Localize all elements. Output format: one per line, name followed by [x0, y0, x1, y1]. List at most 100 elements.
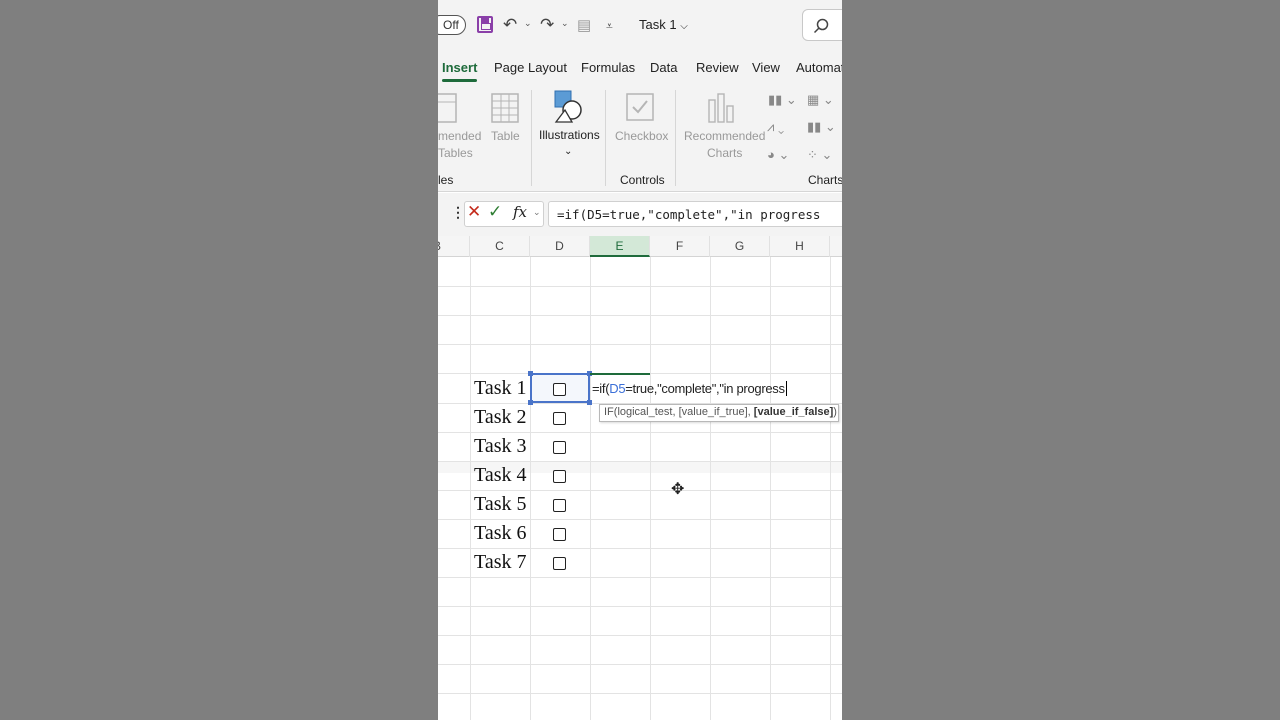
task-label: Task 1 [474, 377, 527, 399]
recommended-charts-label[interactable]: Recommended Charts [684, 128, 765, 162]
group-label-charts: Charts [808, 173, 842, 187]
grid-line [438, 286, 842, 287]
recommended-pivot-line-2: Tables [438, 146, 473, 160]
column-chart-icon[interactable]: ▮▮ ⌄ [768, 92, 797, 108]
hierarchy-chart-icon[interactable]: ▦ ⌄ [807, 92, 834, 108]
selection-handle[interactable] [528, 371, 533, 376]
function-tooltip[interactable]: IF(logical_test, [value_if_true], [value… [599, 404, 839, 422]
grid-line [770, 257, 771, 720]
enter-icon[interactable]: ✓ [488, 202, 502, 222]
illustrations-icon[interactable] [552, 88, 584, 124]
task-checkbox[interactable] [553, 499, 566, 512]
task-checkbox[interactable] [553, 528, 566, 541]
tab-automate[interactable]: Automat [796, 60, 842, 75]
expand-formula-icon[interactable]: ⌄ [533, 207, 541, 218]
table-label[interactable]: Table [491, 128, 520, 145]
more-options-icon[interactable]: ⋮ [451, 204, 465, 221]
document-title[interactable]: Task 1 ⌵ [639, 17, 688, 32]
group-divider [675, 90, 676, 186]
save-icon[interactable] [477, 16, 493, 33]
statistic-chart-icon[interactable]: ▮▮ ⌄ [807, 119, 836, 135]
undo-dropdown-icon[interactable]: ⌄ [524, 18, 532, 29]
recommended-pivot-label[interactable]: mended Tables [438, 128, 481, 162]
task-label: Task 4 [474, 464, 527, 486]
title-bar: Off ↶ ⌄ ↷ ⌄ ▤ ⩡ Task 1 ⌵ [438, 0, 842, 52]
column-header-h[interactable]: H [770, 236, 830, 257]
redo-icon[interactable]: ↷ [540, 14, 554, 36]
grid-line [710, 257, 711, 720]
recommended-charts-icon[interactable] [706, 92, 736, 124]
task-checkbox[interactable] [553, 383, 566, 396]
tab-data[interactable]: Data [650, 60, 677, 75]
formula-suffix: =true,"complete","in progress [625, 381, 785, 396]
pivot-table-icon[interactable] [438, 92, 458, 124]
cancel-icon[interactable]: ✕ [467, 202, 481, 222]
checkbox-control-icon[interactable] [625, 92, 655, 122]
recommended-pivot-line-1: mended [438, 129, 482, 143]
tab-formulas[interactable]: Formulas [581, 60, 635, 75]
document-title-text: Task 1 [639, 17, 677, 32]
group-label-controls: Controls [620, 173, 665, 187]
tab-page-layout[interactable]: Page Layout [494, 60, 567, 75]
group-divider [605, 90, 606, 186]
search-box[interactable] [802, 9, 842, 41]
grid-line [438, 664, 842, 665]
formula-prefix: =if( [592, 381, 610, 396]
recommended-charts-line-1: Recommended [684, 129, 766, 143]
tab-review[interactable]: Review [696, 60, 739, 75]
grid-line [438, 344, 842, 345]
cell-cursor-icon: ✥ [671, 481, 685, 498]
column-header-d[interactable]: D [530, 236, 590, 257]
task-label: Task 6 [474, 522, 527, 544]
search-icon [813, 18, 829, 34]
line-chart-icon[interactable]: ⩘ ⌄ [767, 119, 784, 135]
undo-icon[interactable]: ↶ [503, 14, 517, 36]
grid-line [438, 693, 842, 694]
checkbox-label[interactable]: Checkbox [615, 128, 668, 145]
selection-handle[interactable] [528, 400, 533, 405]
grid-line [470, 257, 471, 720]
tooltip-current-arg: [value_if_false] [753, 406, 834, 418]
redo-dropdown-icon[interactable]: ⌄ [561, 18, 569, 29]
illustrations-dropdown-icon[interactable]: ⌄ [564, 143, 572, 160]
text-cursor [785, 381, 787, 396]
cell-formula-text[interactable]: =if(D5=true,"complete","in progress [592, 381, 787, 396]
tab-view[interactable]: View [752, 60, 780, 75]
formula-bar: ⋮ ✕ ✓ fx ⌄ =if(D5=true,"complete","in pr… [438, 193, 842, 236]
grid-line [438, 577, 842, 578]
column-headers: B C D E F G H [438, 236, 842, 257]
column-header-c[interactable]: C [470, 236, 530, 257]
grid-line [438, 315, 842, 316]
column-header-g[interactable]: G [710, 236, 770, 257]
worksheet-grid[interactable]: Task 1 Task 2 Task 3 Task 4 Task 5 Task … [438, 257, 842, 720]
excel-window: Off ↶ ⌄ ↷ ⌄ ▤ ⩡ Task 1 ⌵ Insert Page Lay… [438, 0, 842, 720]
chevron-down-icon: ⌵ [680, 21, 688, 32]
task-checkbox[interactable] [553, 557, 566, 570]
grid-line [590, 257, 591, 720]
scatter-chart-icon[interactable]: ⁘ ⌄ [807, 147, 832, 163]
grid-line [530, 257, 531, 720]
formula-input[interactable]: =if(D5=true,"complete","in progress [548, 201, 842, 227]
task-label: Task 7 [474, 551, 527, 573]
table-icon[interactable] [490, 92, 520, 124]
tooltip-args: IF(logical_test, [value_if_true], [604, 406, 754, 418]
recommended-charts-line-2: Charts [707, 146, 743, 160]
autosave-label: Off [443, 18, 459, 32]
task-checkbox[interactable] [553, 441, 566, 454]
column-header-e[interactable]: E [590, 236, 650, 257]
task-checkbox[interactable] [553, 412, 566, 425]
column-header-f[interactable]: F [650, 236, 710, 257]
task-checkbox[interactable] [553, 470, 566, 483]
task-label: Task 2 [474, 406, 527, 428]
column-header-b[interactable]: B [438, 236, 470, 257]
group-label-tables: les [438, 173, 454, 187]
tab-insert[interactable]: Insert [442, 60, 478, 82]
ribbon-tabs: Insert Page Layout Formulas Data Review … [438, 52, 842, 84]
pie-chart-icon[interactable]: ◕ ⌄ [767, 147, 789, 163]
autosave-toggle[interactable]: Off [438, 15, 466, 35]
illustrations-label[interactable]: Illustrations [539, 127, 600, 144]
form-icon[interactable]: ▤ [577, 15, 591, 37]
insert-function-icon[interactable]: fx [513, 203, 527, 221]
ribbon: mended Tables Table Illustrations ⌄ Check… [438, 84, 842, 192]
customize-toolbar-icon[interactable]: ⩡ [606, 15, 613, 37]
